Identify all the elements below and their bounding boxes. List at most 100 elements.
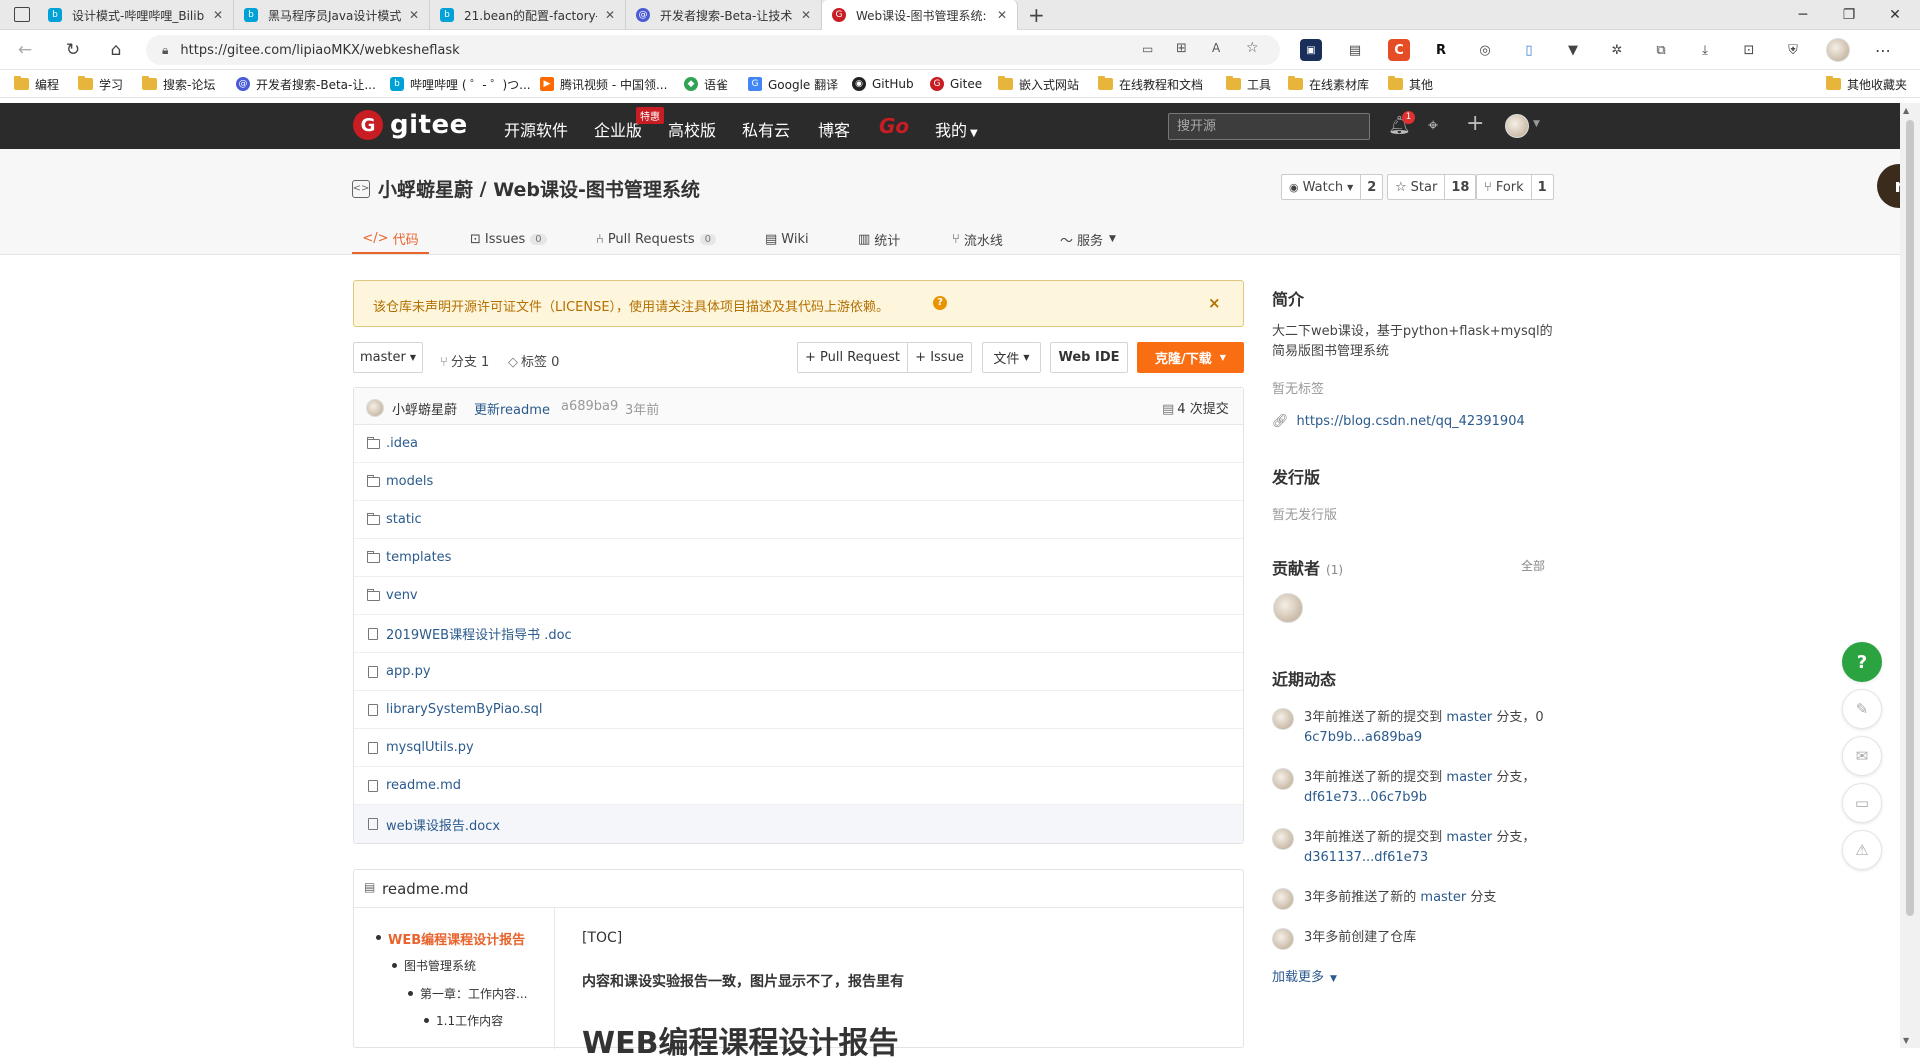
file-name[interactable]: static — [386, 512, 422, 527]
browser-tab-3[interactable]: b 21.bean的配置-factory-method标 ✕ — [430, 0, 626, 30]
extension-icon-5[interactable]: ◎ — [1474, 39, 1496, 61]
file-row-file[interactable]: mysqlUtils.py — [354, 729, 1243, 767]
tab-stats[interactable]: ▥ 统计 — [858, 224, 900, 254]
bookmark-folder[interactable]: 其他 — [1388, 75, 1433, 93]
new-issue-button[interactable]: + Issue — [907, 342, 972, 373]
screenshot-icon[interactable]: ⊡ — [1738, 39, 1760, 61]
clone-download-button[interactable]: 克隆/下载 ▼ — [1137, 342, 1244, 373]
author-avatar[interactable] — [366, 399, 384, 417]
activity-avatar[interactable] — [1272, 828, 1294, 850]
restore-icon[interactable]: ❐ — [1826, 0, 1872, 30]
file-name[interactable]: web课设报告.docx — [386, 815, 500, 834]
read-aloud-icon[interactable]: A — [1212, 41, 1220, 55]
fork-control[interactable]: ⑂ Fork 1 — [1476, 174, 1554, 200]
browser-tab-1[interactable]: b 设计模式-哔哩哔哩_Bilibili ✕ — [38, 0, 234, 30]
bookmark-site[interactable]: @ 开发者搜索-Beta-让... — [236, 75, 376, 93]
profile-avatar[interactable] — [1826, 38, 1850, 62]
extension-icon-7[interactable]: ▼ — [1562, 39, 1584, 61]
bookmark-folder[interactable]: 编程 — [14, 75, 59, 93]
activity-avatar[interactable] — [1272, 928, 1294, 950]
close-tab-icon[interactable]: ✕ — [409, 8, 419, 22]
bookmark-site[interactable]: G Google 翻译 — [748, 75, 838, 93]
tab-pipeline[interactable]: ⑂ 流水线 — [952, 224, 1003, 254]
mail-icon[interactable]: ✉ — [1842, 736, 1882, 776]
file-row-file[interactable]: librarySystemByPiao.sql — [354, 691, 1243, 729]
extension-icon-1[interactable]: ▣ — [1300, 39, 1322, 61]
file-row-file[interactable]: app.py — [354, 653, 1243, 691]
activity-avatar[interactable] — [1272, 888, 1294, 910]
tab-issues[interactable]: ⊡ Issues 0 — [470, 224, 547, 254]
gitee-logo[interactable]: G gitee — [353, 110, 468, 140]
homepage-link[interactable]: 🔗︎ https://blog.csdn.net/qq_42391904 — [1272, 414, 1525, 429]
file-name[interactable]: 2019WEB课程设计指导书 .doc — [386, 624, 572, 643]
activity-commit-link[interactable]: d361137...df61e73 — [1304, 850, 1428, 865]
extension-icon-3[interactable]: C — [1388, 39, 1410, 61]
bookmark-folder[interactable]: 其他收藏夹 — [1826, 75, 1907, 93]
contributor-avatar[interactable] — [1273, 593, 1303, 623]
file-row-dir[interactable]: static — [354, 501, 1243, 539]
toc-item[interactable]: 图书管理系统 — [391, 957, 476, 974]
toc-item[interactable]: 1.1工作内容 — [423, 1012, 503, 1029]
file-name[interactable]: templates — [386, 550, 451, 565]
tab-services[interactable]: 〜服务 ▼ — [1060, 224, 1116, 254]
tab-code[interactable]: </> 代码 — [352, 224, 429, 254]
bookmark-folder[interactable]: 在线教程和文档 — [1098, 75, 1203, 93]
file-row-dir[interactable]: models — [354, 463, 1243, 501]
bookmark-folder[interactable]: 嵌入式网站 — [998, 75, 1079, 93]
bookmark-site[interactable]: ◆ 语雀 — [684, 75, 728, 93]
star-control[interactable]: ☆ Star 18 — [1387, 174, 1477, 200]
bookmark-site[interactable]: G Gitee — [930, 75, 982, 93]
url-field[interactable]: 🔒︎ https://gitee.com/lipiaoMKX/webkeshef… — [146, 35, 1280, 65]
extensions-puzzle-icon[interactable]: ✲ — [1606, 39, 1628, 61]
activity-avatar[interactable] — [1272, 708, 1294, 730]
file-name[interactable]: venv — [386, 588, 418, 603]
activity-branch-link[interactable]: master — [1446, 830, 1492, 845]
gitee-search-input[interactable]: 搜开源 — [1168, 113, 1370, 140]
download-icon[interactable]: ⤓ — [1694, 39, 1716, 61]
commits-count-link[interactable]: ▤ 4 次提交 — [1162, 398, 1229, 417]
load-more-link[interactable]: 加载更多 ▼ — [1272, 966, 1337, 985]
nav-blog[interactable]: 博客 — [818, 117, 850, 141]
location-icon[interactable]: ⌖ — [1428, 115, 1438, 136]
bookmark-folder[interactable]: 工具 — [1226, 75, 1271, 93]
nav-mine[interactable]: 我的 ▼ — [935, 117, 978, 141]
activity-avatar[interactable] — [1272, 768, 1294, 790]
watch-control[interactable]: ◉ Watch ▼ 2 — [1281, 174, 1384, 200]
bookmark-folder[interactable]: 搜索-论坛 — [142, 75, 215, 93]
plus-icon[interactable]: + — [1466, 111, 1484, 136]
security-icon[interactable]: ⛨ — [1782, 39, 1804, 61]
user-avatar[interactable] — [1505, 114, 1529, 138]
file-name[interactable]: app.py — [386, 664, 431, 679]
fork-count[interactable]: 1 — [1532, 175, 1553, 199]
file-row-file[interactable]: readme.md — [354, 767, 1243, 805]
extension-icon-2[interactable]: ▤ — [1344, 39, 1366, 61]
file-menu-button[interactable]: 文件 ▼ — [982, 342, 1041, 373]
close-icon[interactable]: × — [1208, 294, 1221, 312]
file-name[interactable]: librarySystemByPiao.sql — [386, 702, 543, 717]
home-icon[interactable]: ⌂ — [103, 38, 129, 62]
browser-tab-5-active[interactable]: G Web课设-图书管理系统: 大二下w ✕ — [822, 0, 1018, 30]
caret-down-icon[interactable]: ▼ — [1533, 119, 1540, 129]
commit-hash[interactable]: a689ba9 — [561, 399, 618, 414]
scrollbar-thumb[interactable] — [1906, 120, 1914, 916]
toc-item[interactable]: 第一章：工作内容... — [407, 985, 527, 1002]
scroll-up-icon[interactable]: ▲ — [1903, 106, 1909, 115]
new-pull-request-button[interactable]: + Pull Request — [797, 342, 907, 373]
collections-icon[interactable]: ⧉ — [1650, 39, 1672, 61]
browser-tab-4[interactable]: @ 开发者搜索-Beta-让技术搜索更简 ✕ — [626, 0, 822, 30]
branches-link[interactable]: ⑂ 分支 1 — [440, 351, 489, 370]
favorite-star-icon[interactable]: ☆ — [1246, 40, 1259, 56]
branch-select[interactable]: master ▼ — [353, 342, 423, 373]
commit-author[interactable]: 小蜉蝣星蔚 — [392, 399, 457, 418]
help-icon[interactable]: ? — [933, 296, 947, 310]
watch-count[interactable]: 2 — [1361, 175, 1382, 199]
file-row-dir[interactable]: venv — [354, 577, 1243, 615]
tab-actions-icon[interactable] — [14, 7, 30, 22]
close-tab-icon[interactable]: ✕ — [605, 8, 615, 22]
close-tab-icon[interactable]: ✕ — [801, 8, 811, 22]
bookmark-folder[interactable]: 在线素材库 — [1288, 75, 1369, 93]
file-name[interactable]: readme.md — [386, 778, 461, 793]
nav-education[interactable]: 高校版 — [668, 117, 716, 141]
qr-icon[interactable]: ⊞ — [1176, 41, 1187, 56]
nav-private-cloud[interactable]: 私有云 — [742, 117, 790, 141]
